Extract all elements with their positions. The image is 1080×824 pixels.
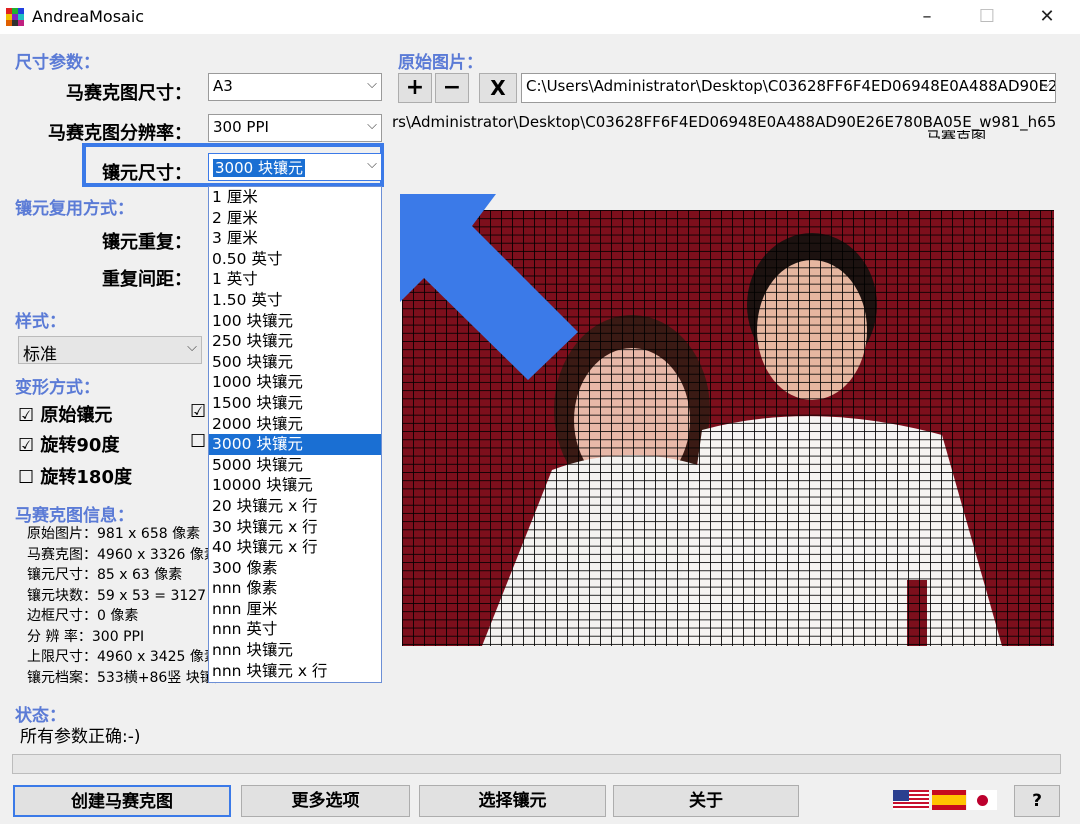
status-text: 所有参数正确:-)	[20, 727, 141, 747]
info-lines: 原始图片：981 x 658 像素 马赛克图：4960 x 3326 像素 镶元…	[27, 524, 228, 688]
dropdown-option[interactable]: 300 像素	[209, 558, 381, 579]
spacing-label: 重复间距：	[102, 269, 192, 290]
help-button[interactable]: ?	[1014, 785, 1060, 817]
dropdown-option[interactable]: 100 块镶元	[209, 311, 381, 332]
chevron-down-icon: ⌵	[367, 118, 377, 133]
dropdown-option[interactable]: 2 厘米	[209, 208, 381, 229]
more-options-button[interactable]: 更多选项	[241, 785, 410, 817]
tile-size-label: 镶元尺寸：	[102, 163, 192, 184]
dropdown-option[interactable]: nnn 像素	[209, 578, 381, 599]
info-line: 镶元块数：59 x 53 = 3127	[27, 587, 207, 604]
resolution-label: 马赛克图分辨率：	[48, 123, 192, 144]
dropdown-option[interactable]: 2000 块镶元	[209, 414, 381, 435]
mosaic-size-label: 马赛克图尺寸：	[66, 83, 192, 104]
info-section-title: 马赛克图信息：	[15, 506, 134, 526]
chevron-down-icon: ⌵	[187, 340, 197, 355]
close-button[interactable]: ✕	[1024, 2, 1070, 32]
info-line: 镶元尺寸：85 x 63 像素	[27, 567, 183, 583]
info-line: 原始图片：981 x 658 像素	[27, 526, 201, 542]
window-title: AndreaMosaic	[32, 7, 145, 26]
size-section-title: 尺寸参数：	[15, 53, 100, 73]
resolution-select[interactable]: 300 PPI ⌵	[208, 114, 382, 142]
info-line: 上限尺寸：4960 x 3425 像素	[27, 649, 218, 665]
dropdown-option[interactable]: 1 厘米	[209, 187, 381, 208]
info-line: 马赛克图：4960 x 3326 像素	[27, 546, 218, 563]
mosaic-size-select[interactable]: A3 ⌵	[208, 73, 382, 101]
style-select[interactable]: 标准 ⌵	[18, 336, 202, 364]
dropdown-option[interactable]: 250 块镶元	[209, 331, 381, 352]
dropdown-option[interactable]: nnn 厘米	[209, 599, 381, 620]
pointer-arrow-icon	[400, 194, 578, 380]
clear-image-button[interactable]: X	[479, 73, 517, 103]
reuse-section-title: 镶元复用方式：	[15, 199, 134, 219]
about-button[interactable]: 关于	[613, 785, 799, 817]
progress-bar	[12, 754, 1061, 774]
rotate180-checkbox[interactable]: ☐ 旋转180度	[18, 463, 132, 489]
maximize-button[interactable]: ☐	[964, 2, 1010, 32]
dropdown-option[interactable]: nnn 块镶元	[209, 640, 381, 661]
original-image-title: 原始图片：	[398, 53, 483, 73]
remove-image-button[interactable]: −	[435, 73, 469, 103]
app-icon	[6, 8, 24, 26]
dropdown-option[interactable]: nnn 块镶元 x 行	[209, 661, 381, 682]
dropdown-option[interactable]: 500 块镶元	[209, 352, 381, 373]
tile-size-dropdown[interactable]: 1 厘米 2 厘米 3 厘米 0.50 英寸 1 英寸 1.50 英寸 100 块镶元 250…	[208, 186, 382, 683]
style-section-title: 样式：	[15, 312, 66, 332]
extra-checkbox-1[interactable]: ☑	[190, 401, 206, 422]
dropdown-option[interactable]: 3 厘米	[209, 228, 381, 249]
dropdown-option[interactable]: 3000 块镶元	[209, 434, 381, 455]
repeat-label: 镶元重复：	[102, 232, 192, 253]
rotate90-checkbox[interactable]: ☑ 旋转90度	[18, 431, 119, 457]
spain-flag-icon[interactable]	[932, 790, 966, 810]
image-path-select[interactable]: C:\Users\Administrator\Desktop\C03628FF6…	[521, 73, 1056, 103]
select-tiles-button[interactable]: 选择镶元	[419, 785, 606, 817]
dropdown-option[interactable]: 1 英寸	[209, 269, 381, 290]
original-tiles-checkbox[interactable]: ☑ 原始镶元	[18, 401, 112, 427]
dropdown-option[interactable]: 1500 块镶元	[209, 393, 381, 414]
us-flag-icon[interactable]	[893, 790, 929, 810]
dropdown-option[interactable]: 30 块镶元 x 行	[209, 517, 381, 538]
dropdown-option[interactable]: 40 块镶元 x 行	[209, 537, 381, 558]
tile-size-select[interactable]: 3000 块镶元 ⌵	[208, 153, 382, 181]
japan-flag-icon[interactable]	[967, 790, 997, 810]
dropdown-option[interactable]: 10000 块镶元	[209, 475, 381, 496]
dropdown-option[interactable]: nnn 英寸	[209, 619, 381, 640]
transform-section-title: 变形方式：	[15, 378, 100, 398]
minimize-button[interactable]: –	[904, 2, 950, 32]
dropdown-option[interactable]: 1.50 英寸	[209, 290, 381, 311]
extra-checkbox-2[interactable]: ☐	[190, 431, 206, 452]
info-line: 镶元档案：533横+86竖 块镶元	[27, 669, 228, 686]
chevron-down-icon: ⌵	[1041, 77, 1051, 92]
dropdown-option[interactable]: 20 块镶元 x 行	[209, 496, 381, 517]
dropdown-option[interactable]: 1000 块镶元	[209, 372, 381, 393]
add-image-button[interactable]: +	[398, 73, 432, 103]
info-line: 分 辨 率：300 PPI	[27, 628, 145, 645]
chevron-down-icon: ⌵	[367, 77, 377, 92]
image-path-text: rs\Administrator\Desktop\C03628FF6F4ED06…	[392, 113, 1056, 131]
dropdown-option[interactable]: 5000 块镶元	[209, 455, 381, 476]
info-line: 边框尺寸：0 像素	[27, 608, 139, 624]
chevron-down-icon: ⌵	[367, 157, 377, 172]
dropdown-option[interactable]: 0.50 英寸	[209, 249, 381, 270]
caption-fragment: 马赛克图	[926, 130, 987, 139]
create-mosaic-button[interactable]: 创建马赛克图	[13, 785, 231, 817]
